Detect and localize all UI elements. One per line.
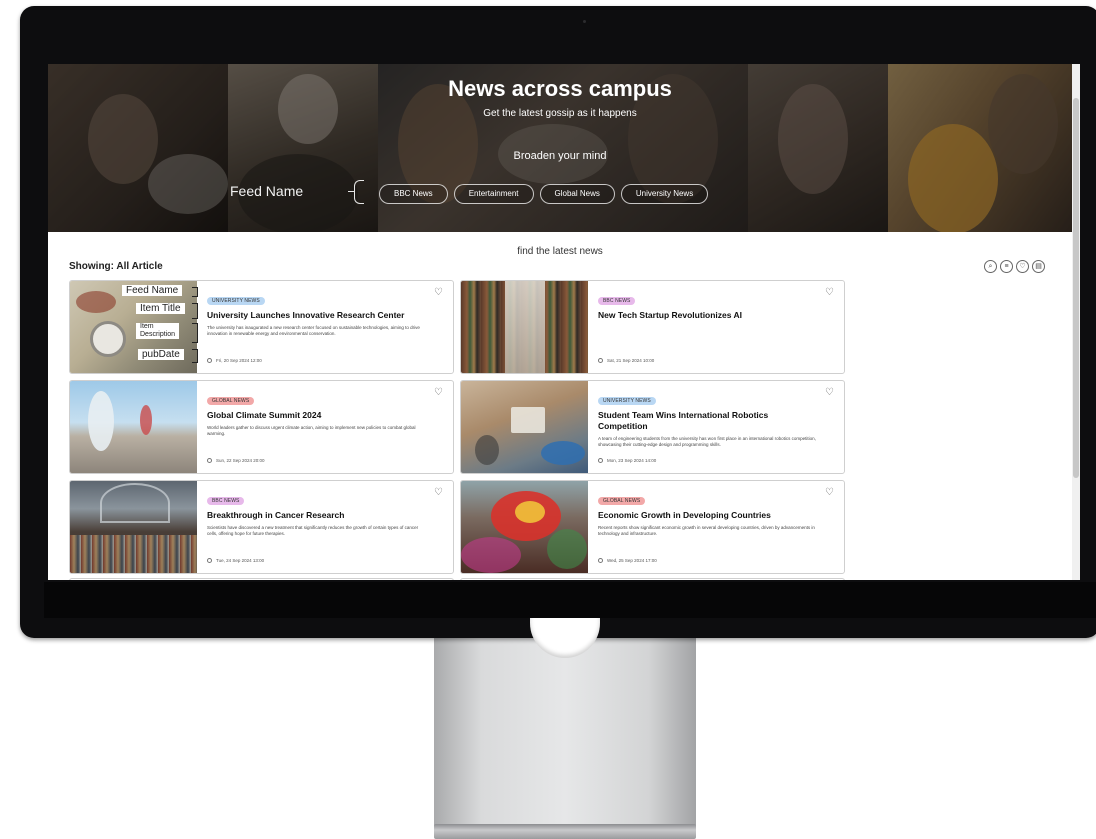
list-icon[interactable]: ≡ (1000, 260, 1013, 273)
article-card[interactable]: UNIVERSITY NEWS University Launches Inno… (69, 280, 454, 374)
article-title[interactable]: Breakthrough in Cancer Research (207, 510, 429, 521)
clock-icon (598, 458, 603, 463)
app-screen: News across campus Get the latest gossip… (48, 64, 1080, 580)
annotation-feed-name: Feed Name (122, 285, 183, 296)
article-description: Scientists have discovered a new treatme… (207, 525, 419, 536)
article-description: The university has inaugurated a new res… (207, 325, 420, 336)
article-date-text: Wed, 25 Sep 2024 17:00 (607, 558, 657, 563)
annotation-bracket (192, 323, 198, 343)
clock-icon (207, 558, 212, 563)
feed-tag[interactable]: UNIVERSITY NEWS (598, 397, 656, 405)
article-image-dragon-dance (461, 481, 588, 573)
article-date-text: Sat, 21 Sep 2024 10:00 (607, 358, 655, 363)
annotation-item-description: Item Description (136, 323, 180, 339)
article-body: UNIVERSITY NEWS Student Team Wins Intern… (598, 389, 820, 448)
favorite-heart-icon[interactable]: ♡ (825, 388, 834, 398)
feed-tag[interactable]: BBC NEWS (207, 497, 245, 505)
annotation-bracket (192, 349, 198, 363)
article-pubdate: Wed, 25 Sep 2024 17:00 (598, 558, 657, 563)
toolbar: ⌕ ≡ ♡ ▤ (984, 260, 1045, 273)
article-pubdate: Sun, 22 Sep 2024 20:00 (207, 458, 265, 463)
article-card[interactable]: BBC NEWS Breakthrough in Cancer Research… (69, 480, 454, 574)
hero-tagline: Broaden your mind (513, 150, 607, 162)
calendar-icon[interactable]: ▤ (1032, 260, 1045, 273)
article-body: BBC NEWS New Tech Startup Revolutionizes… (598, 289, 820, 325)
heart-icon[interactable]: ♡ (1016, 260, 1029, 273)
annotation-pubdate: pubDate (138, 349, 184, 360)
article-body: BBC NEWS Breakthrough in Cancer Research… (207, 489, 429, 537)
clock-icon (207, 458, 212, 463)
article-date-text: Sun, 22 Sep 2024 20:00 (216, 458, 265, 463)
article-title[interactable]: New Tech Startup Revolutionizes AI (598, 310, 820, 321)
article-card[interactable]: GLOBAL NEWS Economic Growth in Developin… (460, 480, 845, 574)
article-pubdate: Sat, 21 Sep 2024 10:00 (598, 358, 654, 363)
article-body: GLOBAL NEWS Economic Growth in Developin… (598, 489, 820, 537)
article-title[interactable]: Global Climate Summit 2024 (207, 410, 429, 421)
article-pubdate: Mon, 23 Sep 2024 14:00 (598, 458, 656, 463)
feed-tag[interactable]: GLOBAL NEWS (598, 497, 646, 505)
scrollbar-thumb[interactable] (1073, 98, 1079, 478)
article-card[interactable]: BBC NEWS New Tech Startup Revolutionizes… (460, 280, 845, 374)
article-pubdate: Tue, 24 Sep 2024 13:00 (207, 558, 264, 563)
annotation-item-title: Item Title (136, 303, 185, 314)
article-card[interactable]: GLOBAL NEWS Global Climate Summit 2024 W… (69, 380, 454, 474)
monitor-stand (434, 630, 696, 826)
feed-tag[interactable]: BBC NEWS (598, 297, 636, 305)
article-card[interactable]: UNIVERSITY NEWS Student Team Wins Intern… (460, 380, 845, 474)
annotation-bracket (192, 303, 198, 319)
article-card-partial[interactable] (69, 578, 454, 580)
search-icon[interactable]: ⌕ (984, 260, 997, 273)
article-body: UNIVERSITY NEWS University Launches Inno… (207, 289, 429, 337)
feed-filter-pills: BBC News Entertainment Global News Unive… (379, 184, 709, 204)
favorite-heart-icon[interactable]: ♡ (434, 388, 443, 398)
article-image-market-hall (70, 481, 197, 573)
scrollbar[interactable] (1072, 64, 1080, 580)
article-body: GLOBAL NEWS Global Climate Summit 2024 W… (207, 389, 429, 437)
section-heading: find the latest news (517, 246, 603, 257)
feed-pill-bbc-news[interactable]: BBC News (379, 184, 448, 204)
camera-dot (583, 20, 586, 23)
annotation-bracket (192, 287, 198, 297)
feed-pill-university-news[interactable]: University News (620, 184, 709, 204)
article-date-text: Tue, 24 Sep 2024 13:00 (216, 558, 265, 563)
favorite-heart-icon[interactable]: ♡ (825, 488, 834, 498)
favorite-heart-icon[interactable]: ♡ (825, 288, 834, 298)
clock-icon (207, 358, 212, 363)
article-description: Recent reports show significant economic… (598, 525, 815, 536)
article-description: A team of engineering students from the … (598, 436, 816, 447)
clock-icon (598, 358, 603, 363)
article-image-bookshelves (461, 281, 588, 373)
article-date-text: Fri, 20 Sep 2024 12:00 (216, 358, 262, 363)
article-image-runners (70, 381, 197, 473)
clock-icon (598, 558, 603, 563)
feed-tag[interactable]: GLOBAL NEWS (207, 397, 255, 405)
article-description: World leaders gather to discuss urgent c… (207, 425, 416, 436)
showing-label: Showing: All Article (69, 261, 163, 272)
article-title[interactable]: Student Team Wins International Robotics… (598, 410, 820, 432)
hero-banner: News across campus Get the latest gossip… (48, 64, 1072, 232)
article-date-text: Mon, 23 Sep 2024 14:00 (607, 458, 657, 463)
favorite-heart-icon[interactable]: ♡ (434, 488, 443, 498)
article-image-office (461, 381, 588, 473)
article-title[interactable]: Economic Growth in Developing Countries (598, 510, 820, 521)
hero-subtitle: Get the latest gossip as it happens (483, 108, 637, 119)
hero-title: News across campus (448, 76, 672, 101)
monitor-stand-base (434, 824, 696, 839)
feed-brace (354, 180, 364, 204)
article-title[interactable]: University Launches Innovative Research … (207, 310, 429, 321)
feed-name-annotation: Feed Name (230, 183, 304, 199)
feed-pill-entertainment[interactable]: Entertainment (453, 184, 534, 204)
monitor-chin (44, 582, 1096, 618)
article-card-partial[interactable] (460, 578, 845, 580)
favorite-heart-icon[interactable]: ♡ (434, 288, 443, 298)
feed-pill-global-news[interactable]: Global News (539, 184, 615, 204)
feed-tag[interactable]: UNIVERSITY NEWS (207, 297, 265, 305)
article-pubdate: Fri, 20 Sep 2024 12:00 (207, 358, 262, 363)
